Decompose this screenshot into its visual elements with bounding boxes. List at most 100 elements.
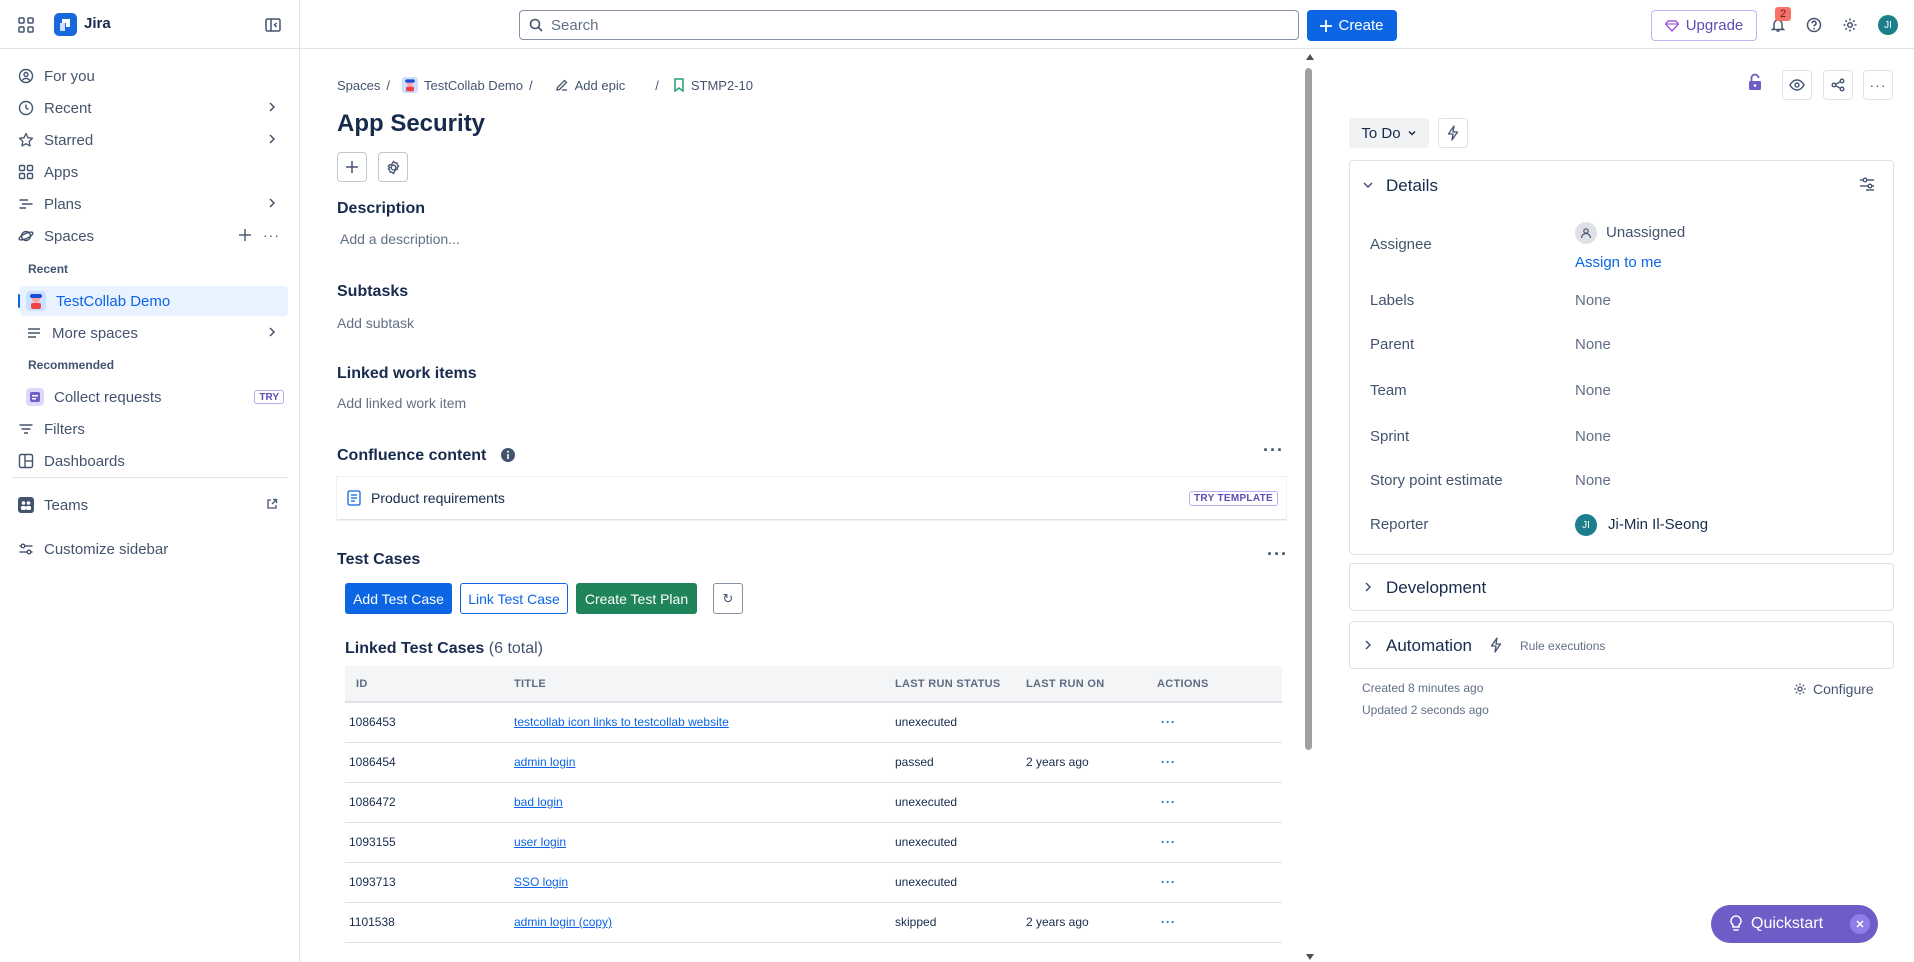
confluence-item[interactable]: Product requirements TRY TEMPLATE	[337, 477, 1286, 520]
sidebar-item-plans[interactable]: Plans	[12, 189, 288, 219]
refresh-button[interactable]: ↻	[713, 583, 743, 614]
user-avatar[interactable]: JI	[1878, 15, 1898, 35]
sidebar-item-more-spaces[interactable]: More spaces	[20, 318, 288, 348]
table-row: 1093155 user login unexecuted ···	[345, 822, 1282, 863]
chevron-right-icon[interactable]	[266, 197, 278, 209]
sidebar-item-dashboards[interactable]: Dashboards	[12, 446, 288, 476]
sidebar-item-collect-requests[interactable]: Collect requests TRY	[20, 382, 288, 412]
sidebar-item-testcollab-demo[interactable]: TestCollab Demo	[18, 286, 288, 316]
jira-logo-icon[interactable]	[54, 13, 77, 36]
breadcrumb-issue-key[interactable]: STMP2-10	[691, 78, 753, 93]
help-icon[interactable]	[1800, 11, 1828, 39]
team-value[interactable]: None	[1575, 382, 1611, 399]
lock-icon[interactable]	[1747, 73, 1763, 91]
table-row: 1093713 SSO login unexecuted ···	[345, 862, 1282, 903]
sidebar-item-spaces[interactable]: Spaces ···	[12, 221, 288, 251]
add-subtask-link[interactable]: Add subtask	[337, 315, 414, 331]
more-actions-button[interactable]: ···	[1863, 70, 1893, 100]
test-cases-more-icon[interactable]: ···	[1267, 544, 1288, 565]
main-scrollbar[interactable]	[1305, 68, 1312, 750]
labels-value[interactable]: None	[1575, 292, 1611, 309]
chevron-down-icon[interactable]	[1362, 179, 1374, 191]
scroll-down-arrow-icon[interactable]	[1306, 954, 1314, 960]
test-case-last-run: 2 years ago	[1018, 742, 1149, 783]
test-case-title-link[interactable]: admin login	[514, 755, 575, 769]
external-link-icon[interactable]	[266, 498, 278, 510]
configure-button[interactable]: Configure	[1793, 681, 1874, 697]
automation-header: Automation	[1386, 636, 1472, 655]
scroll-up-arrow-icon[interactable]	[1306, 54, 1314, 60]
search-input[interactable]	[551, 16, 1244, 34]
story-point-value[interactable]: None	[1575, 472, 1611, 489]
search-box[interactable]	[519, 10, 1299, 40]
confluence-more-icon[interactable]: ···	[1263, 440, 1284, 461]
sidebar-item-filters[interactable]: Filters	[12, 414, 288, 444]
breadcrumb-project[interactable]: TestCollab Demo	[424, 78, 523, 93]
reporter-value[interactable]: Ji-Min Il-Seong	[1608, 516, 1708, 533]
add-test-case-button[interactable]: Add Test Case	[345, 583, 452, 614]
test-case-status: passed	[887, 742, 1018, 783]
column-header-last-run-on[interactable]: LAST RUN ON	[1018, 666, 1149, 703]
details-header[interactable]: Details	[1386, 176, 1438, 196]
row-actions-icon[interactable]: ···	[1149, 822, 1282, 863]
column-header-last-run-status[interactable]: LAST RUN STATUS	[887, 666, 1018, 703]
sidebar-item-recent[interactable]: Recent	[12, 93, 288, 123]
row-actions-icon[interactable]: ···	[1149, 862, 1282, 903]
sidebar-item-starred[interactable]: Starred	[12, 125, 288, 155]
chevron-right-icon[interactable]	[266, 326, 278, 338]
quickstart-button[interactable]: Quickstart	[1711, 905, 1878, 943]
create-button-label: Create	[1338, 17, 1384, 34]
app-switcher-icon[interactable]	[12, 11, 40, 39]
spaces-more-icon[interactable]: ···	[263, 227, 280, 243]
sidebar-item-for-you[interactable]: For you	[12, 61, 288, 91]
breadcrumb-spaces[interactable]: Spaces	[337, 78, 380, 93]
add-linked-work-item-link[interactable]: Add linked work item	[337, 395, 466, 411]
configure-fields-icon[interactable]	[1859, 176, 1875, 192]
assign-to-me-link[interactable]: Assign to me	[1575, 254, 1662, 271]
column-header-title[interactable]: TITLE	[506, 666, 887, 703]
breadcrumb-add-epic[interactable]: Add epic	[575, 78, 626, 93]
description-placeholder[interactable]: Add a description...	[340, 231, 460, 247]
confluence-content-header: Confluence content	[337, 447, 487, 464]
column-header-id[interactable]: ID	[345, 666, 506, 703]
settings-gear-icon[interactable]	[1836, 11, 1864, 39]
collapse-sidebar-icon[interactable]	[259, 11, 287, 39]
add-child-button[interactable]	[337, 152, 367, 182]
row-actions-icon[interactable]: ···	[1149, 742, 1282, 783]
test-case-title-link[interactable]: testcollab icon links to testcollab webs…	[514, 715, 729, 729]
issue-title[interactable]: App Security	[337, 110, 485, 138]
sidebar-item-customize[interactable]: Customize sidebar	[12, 534, 288, 564]
create-button[interactable]: Create	[1307, 10, 1397, 41]
development-panel[interactable]: Development	[1349, 563, 1894, 611]
sidebar-item-teams[interactable]: Teams	[12, 490, 288, 520]
parent-value[interactable]: None	[1575, 336, 1611, 353]
test-case-title-link[interactable]: bad login	[514, 795, 563, 809]
automation-panel[interactable]: Automation Rule executions	[1349, 621, 1894, 669]
sidebar-item-apps[interactable]: Apps	[12, 157, 288, 187]
close-quickstart-icon[interactable]	[1850, 914, 1870, 934]
status-dropdown[interactable]: To Do	[1349, 118, 1429, 148]
watch-button[interactable]	[1782, 70, 1812, 100]
row-actions-icon[interactable]: ···	[1149, 902, 1282, 943]
parent-label: Parent	[1370, 336, 1415, 353]
column-header-actions[interactable]: ACTIONS	[1149, 666, 1282, 703]
assignee-value[interactable]: Unassigned	[1606, 224, 1685, 241]
test-case-title-link[interactable]: SSO login	[514, 875, 568, 889]
row-actions-icon[interactable]: ···	[1149, 702, 1282, 743]
sprint-value[interactable]: None	[1575, 428, 1611, 445]
add-space-plus-icon[interactable]	[238, 228, 252, 242]
apps-button[interactable]	[378, 152, 408, 182]
chevron-right-icon[interactable]	[266, 133, 278, 145]
upgrade-button[interactable]: Upgrade	[1651, 10, 1757, 41]
chevron-right-icon[interactable]	[266, 101, 278, 113]
create-test-plan-button[interactable]: Create Test Plan	[576, 583, 697, 614]
test-case-title-link[interactable]: user login	[514, 835, 566, 849]
link-test-case-button[interactable]: Link Test Case	[460, 583, 568, 614]
automation-quick-button[interactable]	[1438, 118, 1468, 148]
info-icon[interactable]	[500, 447, 516, 463]
share-button[interactable]	[1823, 70, 1853, 100]
row-actions-icon[interactable]: ···	[1149, 782, 1282, 823]
app-name[interactable]: Jira	[84, 15, 111, 32]
try-template-badge[interactable]: TRY TEMPLATE	[1189, 491, 1278, 506]
test-case-title-link[interactable]: admin login (copy)	[514, 915, 612, 929]
